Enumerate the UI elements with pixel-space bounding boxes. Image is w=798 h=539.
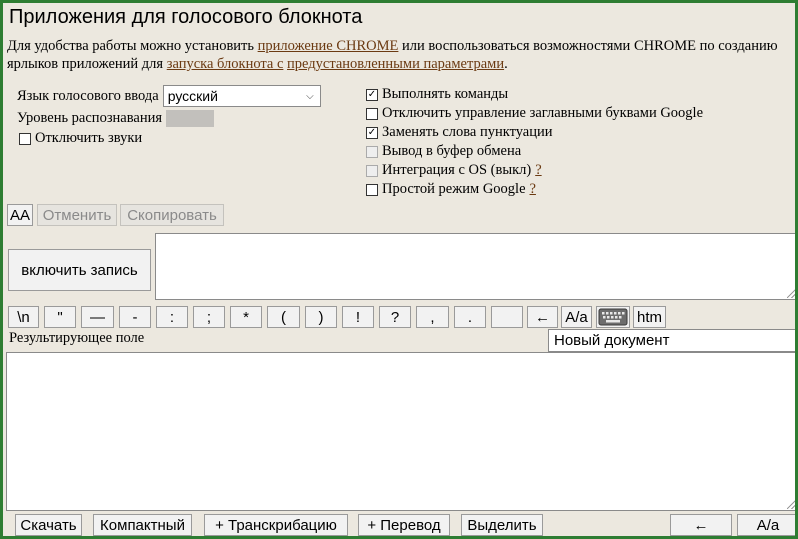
chevron-down-icon: ⌵ bbox=[306, 90, 314, 102]
toggle-case-button[interactable]: A/a bbox=[737, 514, 795, 536]
option-label: Заменять слова пунктуации bbox=[382, 124, 553, 140]
symbol-button[interactable]: ? bbox=[379, 306, 411, 328]
symbol-button[interactable]: : bbox=[156, 306, 188, 328]
download-button[interactable]: Скачать bbox=[15, 514, 82, 536]
symbol-button[interactable]: ← bbox=[527, 306, 558, 328]
symbol-button[interactable]: - bbox=[119, 306, 151, 328]
help-link[interactable]: ? bbox=[535, 162, 541, 179]
mute-sounds-row[interactable]: Отключить звуки bbox=[19, 130, 142, 147]
result-text-area[interactable] bbox=[6, 352, 795, 511]
language-label: Язык голосового ввода bbox=[17, 87, 159, 104]
option-label: Вывод в буфер обмена bbox=[382, 143, 522, 159]
option-row[interactable]: Простой режим Google? bbox=[366, 180, 703, 199]
recognition-level-row: Уровень распознавания bbox=[17, 110, 215, 127]
mute-sounds-label: Отключить звуки bbox=[35, 130, 143, 146]
symbol-button[interactable]: ; bbox=[193, 306, 225, 328]
option-label: Выполнять команды bbox=[382, 86, 509, 102]
resize-handle[interactable] bbox=[787, 289, 795, 298]
option-checkbox[interactable] bbox=[366, 145, 378, 158]
language-select[interactable]: русский ⌵ bbox=[162, 85, 321, 107]
add-transcription-button[interactable]: + Транскрибацию bbox=[204, 514, 348, 536]
option-row[interactable]: ✓ Заменять слова пунктуации bbox=[366, 123, 703, 142]
result-field-label: Результирующее поле bbox=[9, 330, 145, 346]
option-checkbox[interactable] bbox=[366, 164, 378, 177]
symbol-button[interactable]: " bbox=[44, 306, 76, 328]
copy-button[interactable]: Скопировать bbox=[120, 204, 224, 226]
option-checkbox[interactable] bbox=[366, 183, 378, 196]
keyboard-button[interactable] bbox=[596, 306, 630, 328]
language-value: русский bbox=[167, 88, 218, 104]
record-button[interactable]: включить запись bbox=[8, 249, 151, 291]
symbol-button[interactable]: ( bbox=[267, 306, 300, 328]
recognition-level-meter bbox=[166, 110, 215, 127]
symbol-button[interactable]: . bbox=[454, 306, 486, 328]
symbol-button[interactable]: A/a bbox=[561, 306, 592, 328]
mute-sounds-checkbox[interactable] bbox=[19, 132, 31, 145]
symbol-button[interactable]: — bbox=[81, 306, 114, 328]
option-row[interactable]: Вывод в буфер обмена bbox=[366, 142, 703, 161]
option-row[interactable]: Интеграция с OS (выкл)? bbox=[366, 161, 703, 180]
recognition-level-label: Уровень распознавания bbox=[17, 110, 163, 126]
option-checkbox[interactable] bbox=[366, 107, 378, 120]
launch-notepad-link[interactable]: запуска блокнота с bbox=[167, 56, 284, 72]
compact-button[interactable]: Компактный bbox=[93, 514, 192, 536]
intro-text: Для удобства работы можно установить при… bbox=[7, 37, 795, 73]
add-translation-button[interactable]: + Перевод bbox=[358, 514, 450, 536]
help-link[interactable]: ? bbox=[530, 181, 536, 198]
option-label: Отключить управление заглавными буквами … bbox=[382, 105, 704, 121]
resize-handle[interactable] bbox=[787, 500, 795, 509]
backspace-button[interactable]: ← bbox=[670, 514, 732, 536]
option-row[interactable]: Отключить управление заглавными буквами … bbox=[366, 104, 703, 123]
intro-text-part: Для удобства работы можно установить bbox=[7, 38, 258, 54]
option-label: Интеграция с OS (выкл) bbox=[382, 162, 532, 178]
symbol-button[interactable]: \n bbox=[8, 306, 39, 328]
symbol-button[interactable]: ) bbox=[305, 306, 337, 328]
options-list: ✓ Выполнять команды Отключить управление з… bbox=[366, 85, 703, 199]
symbol-button[interactable]: ! bbox=[342, 306, 374, 328]
option-row[interactable]: ✓ Выполнять команды bbox=[366, 85, 703, 104]
app-frame: Приложения для голосового блокнота Для у… bbox=[0, 0, 798, 539]
intro-text-part: . bbox=[504, 56, 508, 72]
interim-text-area[interactable] bbox=[155, 233, 795, 300]
page-title: Приложения для голосового блокнота bbox=[9, 6, 363, 28]
font-size-button[interactable]: AA bbox=[7, 204, 33, 226]
option-checkbox[interactable]: ✓ bbox=[366, 88, 378, 101]
preset-params-link[interactable]: предустановленными параметрами bbox=[287, 56, 504, 72]
language-row: Язык голосового ввода русский ⌵ bbox=[17, 85, 321, 107]
html-export-button[interactable]: htm bbox=[633, 306, 666, 328]
symbol-button[interactable]: , bbox=[416, 306, 449, 328]
chrome-app-link[interactable]: приложение CHROME bbox=[258, 38, 399, 54]
document-name-input[interactable]: Новый документ bbox=[548, 329, 795, 352]
option-label: Простой режим Google bbox=[382, 181, 526, 197]
keyboard-icon bbox=[598, 308, 628, 326]
symbol-button[interactable] bbox=[491, 306, 523, 328]
option-checkbox[interactable]: ✓ bbox=[366, 126, 378, 139]
symbol-button[interactable]: * bbox=[230, 306, 262, 328]
select-all-button[interactable]: Выделить bbox=[461, 514, 543, 536]
undo-button[interactable]: Отменить bbox=[37, 204, 117, 226]
